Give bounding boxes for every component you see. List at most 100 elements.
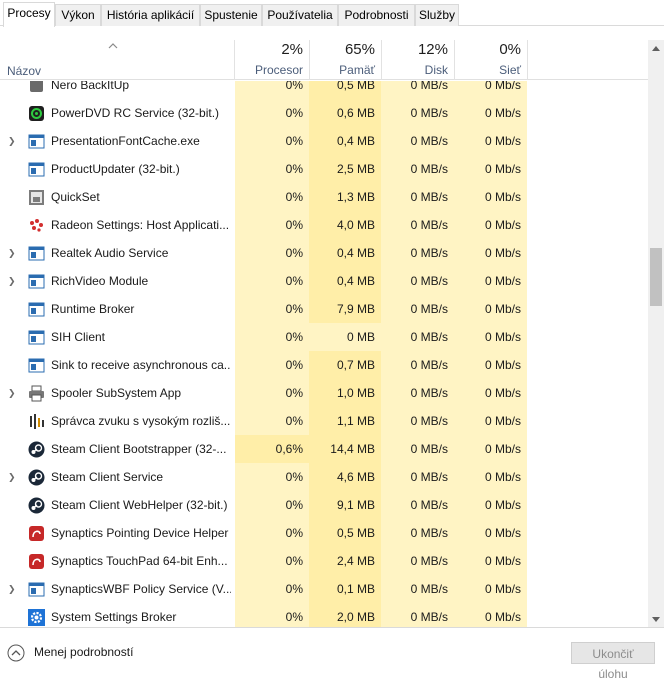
process-memory: 1,1 MB	[309, 407, 381, 435]
process-row[interactable]: PowerDVD RC Service (32-bit.) 0% 0,6 MB 0 M…	[0, 99, 648, 127]
scroll-thumb[interactable]	[650, 248, 662, 306]
column-divider	[527, 40, 528, 80]
process-row[interactable]: ❯ Steam Client Service 0% 4,6 MB 0 MB/s 0 Mb/…	[0, 463, 648, 491]
window-icon	[28, 581, 45, 598]
process-row[interactable]: Správca zvuku s vysokým rozliš... 0% 1,1 M…	[0, 407, 648, 435]
process-row[interactable]: ❯ Realtek Audio Service 0% 0,4 MB 0 MB/s 0 Mb…	[0, 239, 648, 267]
scroll-up-arrow-icon[interactable]	[648, 40, 664, 56]
process-row[interactable]: Sink to receive asynchronous ca... 0% 0,7 …	[0, 351, 648, 379]
process-network: 0 Mb/s	[454, 575, 527, 603]
quickset-icon	[28, 189, 45, 206]
process-name: RichVideo Module	[51, 274, 149, 288]
process-row[interactable]: ProductUpdater (32-bit.) 0% 2,5 MB 0 MB/s 0 …	[0, 155, 648, 183]
radeon-icon	[28, 217, 45, 234]
chevron-right-icon[interactable]: ❯	[8, 379, 16, 407]
process-row[interactable]: ❯ RichVideo Module 0% 0,4 MB 0 MB/s 0 Mb/s	[0, 267, 648, 295]
process-memory: 2,4 MB	[309, 547, 381, 575]
process-row[interactable]: Synaptics Pointing Device Helper 0% 0,5 MB…	[0, 519, 648, 547]
process-row[interactable]: Synaptics TouchPad 64-bit Enh... 0% 2,4 MB…	[0, 547, 648, 575]
vertical-scrollbar[interactable]	[648, 40, 664, 627]
tab-startup[interactable]: Spustenie	[200, 4, 262, 26]
audio-icon	[28, 413, 45, 430]
network-total-percent: 0%	[499, 41, 521, 58]
process-row[interactable]: Steam Client WebHelper (32-bit.) 0% 9,1 MB…	[0, 491, 648, 519]
process-disk: 0 MB/s	[381, 267, 454, 295]
process-cpu: 0,6%	[235, 435, 309, 463]
process-cpu: 0%	[235, 99, 309, 127]
process-name: Radeon Settings: Host Applicati...	[51, 218, 230, 232]
process-memory: 0,7 MB	[309, 351, 381, 379]
tab-users[interactable]: Používatelia	[262, 4, 338, 26]
scroll-down-arrow-icon[interactable]	[648, 611, 664, 627]
process-network: 0 Mb/s	[454, 547, 527, 575]
column-memory-header[interactable]: 65% Pamäť	[309, 40, 381, 80]
synaptics-icon	[28, 553, 45, 570]
chevron-right-icon[interactable]: ❯	[8, 575, 16, 603]
gear-icon	[28, 609, 45, 626]
process-name: ProductUpdater (32-bit.)	[51, 162, 180, 176]
process-row[interactable]: QuickSet 0% 1,3 MB 0 MB/s 0 Mb/s	[0, 183, 648, 211]
chevron-up-circle-icon[interactable]	[7, 644, 25, 662]
column-network-header[interactable]: 0% Sieť	[454, 40, 527, 80]
window-icon	[28, 133, 45, 150]
process-disk: 0 MB/s	[381, 99, 454, 127]
process-row[interactable]: ❯ Spooler SubSystem App 0% 1,0 MB 0 MB/s 0 Mb…	[0, 379, 648, 407]
process-network: 0 Mb/s	[454, 379, 527, 407]
fewer-details-link[interactable]: Menej podrobností	[34, 645, 133, 659]
process-memory: 2,5 MB	[309, 155, 381, 183]
process-row[interactable]: SIH Client 0% 0 MB 0 MB/s 0 Mb/s	[0, 323, 648, 351]
chevron-right-icon[interactable]: ❯	[8, 127, 16, 155]
process-name: PresentationFontCache.exe	[51, 134, 200, 148]
process-name: Správca zvuku s vysokým rozliš...	[51, 414, 231, 428]
process-disk: 0 MB/s	[381, 211, 454, 239]
chevron-right-icon[interactable]: ❯	[8, 463, 16, 491]
process-cpu: 0%	[235, 407, 309, 435]
chevron-right-icon[interactable]: ❯	[8, 267, 16, 295]
process-name: Synaptics Pointing Device Helper	[51, 526, 229, 540]
tab-performance[interactable]: Výkon	[55, 4, 101, 26]
process-memory: 0 MB	[309, 323, 381, 351]
memory-label: Pamäť	[339, 63, 375, 77]
process-name: Steam Client WebHelper (32-bit.)	[51, 498, 228, 512]
process-disk: 0 MB/s	[381, 323, 454, 351]
tab-processes[interactable]: Procesy	[3, 2, 55, 27]
process-network: 0 Mb/s	[454, 183, 527, 211]
column-cpu-header[interactable]: 2% Procesor	[234, 40, 309, 80]
process-disk: 0 MB/s	[381, 239, 454, 267]
process-name: Spooler SubSystem App	[51, 386, 182, 400]
process-network: 0 Mb/s	[454, 81, 527, 99]
process-disk: 0 MB/s	[381, 127, 454, 155]
process-row[interactable]: ❯ PresentationFontCache.exe 0% 0,4 MB 0 MB/s…	[0, 127, 648, 155]
process-name: Synaptics TouchPad 64-bit Enh...	[51, 554, 228, 568]
process-list[interactable]: Nero BackItUp 0% 0,5 MB 0 MB/s 0 Mb/s PowerDV…	[0, 81, 648, 627]
process-row[interactable]: Nero BackItUp 0% 0,5 MB 0 MB/s 0 Mb/s	[0, 81, 648, 99]
process-row[interactable]: System Settings Broker 0% 2,0 MB 0 MB/s 0 Mb…	[0, 603, 648, 627]
column-name-header[interactable]: Názov	[7, 64, 41, 78]
process-disk: 0 MB/s	[381, 351, 454, 379]
chevron-right-icon[interactable]: ❯	[8, 239, 16, 267]
end-task-button[interactable]: Ukončiť úlohu	[571, 642, 655, 681]
column-disk-header[interactable]: 12% Disk	[381, 40, 454, 80]
process-network: 0 Mb/s	[454, 323, 527, 351]
window-icon	[28, 161, 45, 178]
tab-services[interactable]: Služby	[415, 4, 459, 26]
synaptics-icon	[28, 525, 45, 542]
tab-details[interactable]: Podrobnosti	[338, 4, 415, 26]
tab-app-history[interactable]: História aplikácií	[101, 4, 200, 26]
process-network: 0 Mb/s	[454, 407, 527, 435]
process-name: Steam Client Service	[51, 470, 164, 484]
process-cpu: 0%	[235, 239, 309, 267]
process-disk: 0 MB/s	[381, 547, 454, 575]
process-row[interactable]: Steam Client Bootstrapper (32-... 0,6% 14,…	[0, 435, 648, 463]
process-row[interactable]: Radeon Settings: Host Applicati... 0% 4,0 …	[0, 211, 648, 239]
process-network: 0 Mb/s	[454, 491, 527, 519]
process-memory: 0,5 MB	[309, 81, 381, 99]
process-cpu: 0%	[235, 547, 309, 575]
process-row[interactable]: ❯ SynapticsWBF Policy Service (V... 0% 0,1 …	[0, 575, 648, 603]
disk-label: Disk	[424, 63, 448, 77]
disk-total-percent: 12%	[417, 41, 448, 58]
steam-icon	[28, 469, 45, 486]
process-row[interactable]: Runtime Broker 0% 7,9 MB 0 MB/s 0 Mb/s	[0, 295, 648, 323]
process-cpu: 0%	[235, 351, 309, 379]
process-disk: 0 MB/s	[381, 603, 454, 627]
